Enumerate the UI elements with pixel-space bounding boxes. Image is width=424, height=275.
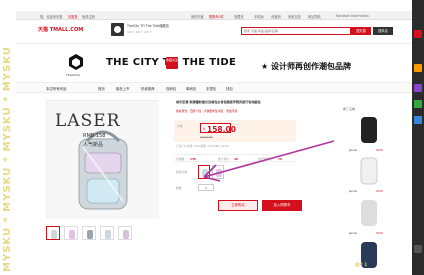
reviews-label[interactable]: 累计评价 — [218, 157, 229, 161]
thumbnail-strip — [46, 226, 156, 242]
price-label: 价格 — [177, 124, 183, 128]
quantity-stepper[interactable]: 1 — [198, 184, 214, 191]
price-panel: 价格 ¥ 158.00 ¥ 297.00 — [174, 120, 296, 142]
nav-hot[interactable]: 热卖推荐 — [141, 86, 155, 91]
welcome-text: 喵，欢迎来天猫 — [40, 14, 63, 19]
nav-new[interactable]: 新品上市 — [116, 86, 130, 91]
recommend-price: ¥158 — [376, 190, 383, 193]
recommend-item[interactable] — [349, 196, 389, 230]
cart-link[interactable]: 购物车0件 — [209, 14, 224, 19]
store-name[interactable]: TheCity TO The Tide旗舰店 — [127, 23, 169, 28]
color-swatch[interactable] — [212, 165, 224, 179]
handset-info-link[interactable]: Handset information — [336, 14, 369, 18]
header: 天猫 TMALL.COM TheCity TO The Tide旗舰店 4.8 … — [16, 20, 412, 44]
back-to-top-icon[interactable] — [414, 245, 422, 253]
store-banner: Theomity THE CITY TO THE TIDE 收藏关注 ★ 设计师… — [16, 47, 412, 83]
mobile-link[interactable]: 手机版 — [254, 14, 264, 19]
product-title: 城市至潮 新潮镭射激光双肩包女背包韩版学院风旅行包电脑包 — [176, 100, 261, 104]
recommend-price: ¥158 — [376, 149, 383, 152]
recommend-item[interactable] — [349, 113, 389, 147]
store-page: 喵，欢迎来天猫 请登录 免费注册 我的淘宝 购物车0件 收藏夹 手机版 淘宝网 … — [16, 0, 412, 275]
search-tmall-button[interactable]: 搜天猫 — [351, 27, 371, 35]
thumbnail[interactable] — [64, 226, 78, 240]
recommend-label: Jennie — [349, 232, 357, 235]
login-link[interactable]: 请登录 — [68, 14, 78, 19]
screenshot-frame: MYSKU * MYSKU * MYSKU * MYSKU 喵，欢迎来天猫 请登… — [0, 0, 424, 275]
buy-now-button[interactable]: 立即购买 — [218, 200, 258, 211]
nav-home[interactable]: 首页 — [98, 86, 105, 91]
taobao-link[interactable]: 淘宝网 — [271, 14, 281, 19]
price-value: 158.00 — [207, 125, 236, 134]
reviews-value[interactable]: 36 — [234, 157, 238, 161]
recommend-item[interactable] — [349, 154, 389, 188]
monthly-sales-value: 145 — [190, 157, 196, 161]
nav-shoulder[interactable]: 单肩包 — [186, 86, 196, 91]
right-toolbar — [412, 0, 424, 275]
search-box[interactable] — [241, 27, 351, 35]
store-nav: 本店所有商品 首页 新品上市 热卖推荐 双肩包 单肩包 手提包 钱包 — [16, 83, 412, 93]
store-logo-icon[interactable] — [111, 23, 124, 36]
my-taobao-link[interactable]: 我的淘宝 — [191, 14, 204, 19]
points-label: 送天猫积分 — [258, 157, 272, 161]
register-link[interactable]: 免费注册 — [82, 14, 95, 19]
recommend-label: Jennie — [349, 149, 357, 152]
image-caption-price: RMB:158 — [83, 133, 106, 139]
nav-handbag[interactable]: 手提包 — [206, 86, 216, 91]
image-caption-laser: LASER — [55, 111, 121, 131]
price-highlight: ¥ 158.00 — [200, 123, 236, 134]
tmall-logo[interactable]: 天猫 TMALL.COM — [38, 26, 83, 33]
search-input[interactable] — [242, 28, 350, 34]
quantity-row: 数量 1 — [176, 184, 296, 192]
favorites-icon[interactable] — [414, 84, 422, 92]
original-price: ¥ 297.00 — [200, 135, 213, 139]
corner-watermark: 图片 1 — [355, 262, 368, 267]
monthly-sales-label: 月销量 — [176, 157, 185, 161]
brand-slogan: ★ 设计师再创作潮包品牌 — [261, 62, 351, 71]
image-caption-tag: 人气新品 — [83, 142, 104, 148]
nav-backpack[interactable]: 双肩包 — [166, 86, 176, 91]
search-store-button[interactable]: 搜本店 — [373, 27, 393, 35]
recommend-price: ¥158 — [376, 232, 383, 235]
currency-symbol: ¥ — [203, 127, 206, 131]
product-subtitle: 炫彩激光 · 百搭个性 · 大容量学生书包 · 男女同款 — [176, 109, 238, 113]
thumbnail[interactable] — [100, 226, 114, 240]
recommend-heading: 看了又看 — [343, 107, 356, 111]
quantity-label: 数量 — [176, 186, 182, 190]
watermark-text: MYSKU * MYSKU * MYSKU * MYSKU — [2, 46, 13, 272]
color-label: 颜色分类 — [176, 170, 188, 174]
merchant-link[interactable]: 商家支持 — [288, 14, 301, 19]
favorites-link[interactable]: 收藏夹 — [234, 14, 244, 19]
watermark-strip: MYSKU * MYSKU * MYSKU * MYSKU — [0, 0, 16, 275]
nav-wallet[interactable]: 钱包 — [226, 86, 233, 91]
thumbnail[interactable] — [82, 226, 96, 240]
brand-sub-name: Theomity — [66, 73, 81, 77]
nav-all-products[interactable]: 本店所有商品 — [46, 86, 66, 91]
color-swatch[interactable] — [198, 165, 210, 179]
top-bar: 喵，欢迎来天猫 请登录 免费注册 我的淘宝 购物车0件 收藏夹 手机版 淘宝网 … — [16, 11, 412, 20]
follow-button[interactable]: 收藏关注 — [166, 57, 178, 69]
store-ratings: 4.8 ↑ 4.8 ↑ 4.8 ↑ — [127, 30, 152, 34]
cart-icon[interactable] — [414, 64, 422, 72]
shipping-info: 广东广州 快递: 0.00 邮费: 0.00 EMS: 20.00 — [176, 145, 229, 148]
points-value: 79 — [278, 157, 282, 161]
color-selector: 颜色分类 — [176, 165, 296, 181]
add-to-cart-button[interactable]: 加入购物车 — [262, 200, 302, 211]
sales-stats: 月销量 145 累计评价 36 送天猫积分 79 — [174, 154, 296, 162]
user-icon[interactable] — [414, 30, 422, 38]
site-nav-link[interactable]: 网站导航 — [308, 14, 321, 19]
recommend-label: Jennie — [349, 190, 357, 193]
product-main-image[interactable]: LASER RMB:158 人气新品 — [46, 100, 159, 219]
footprint-icon[interactable] — [414, 100, 422, 108]
brand-mark-icon — [69, 54, 83, 70]
thumbnail[interactable] — [118, 226, 132, 240]
thumbnail[interactable] — [46, 226, 60, 240]
coupon-icon[interactable] — [414, 116, 422, 124]
